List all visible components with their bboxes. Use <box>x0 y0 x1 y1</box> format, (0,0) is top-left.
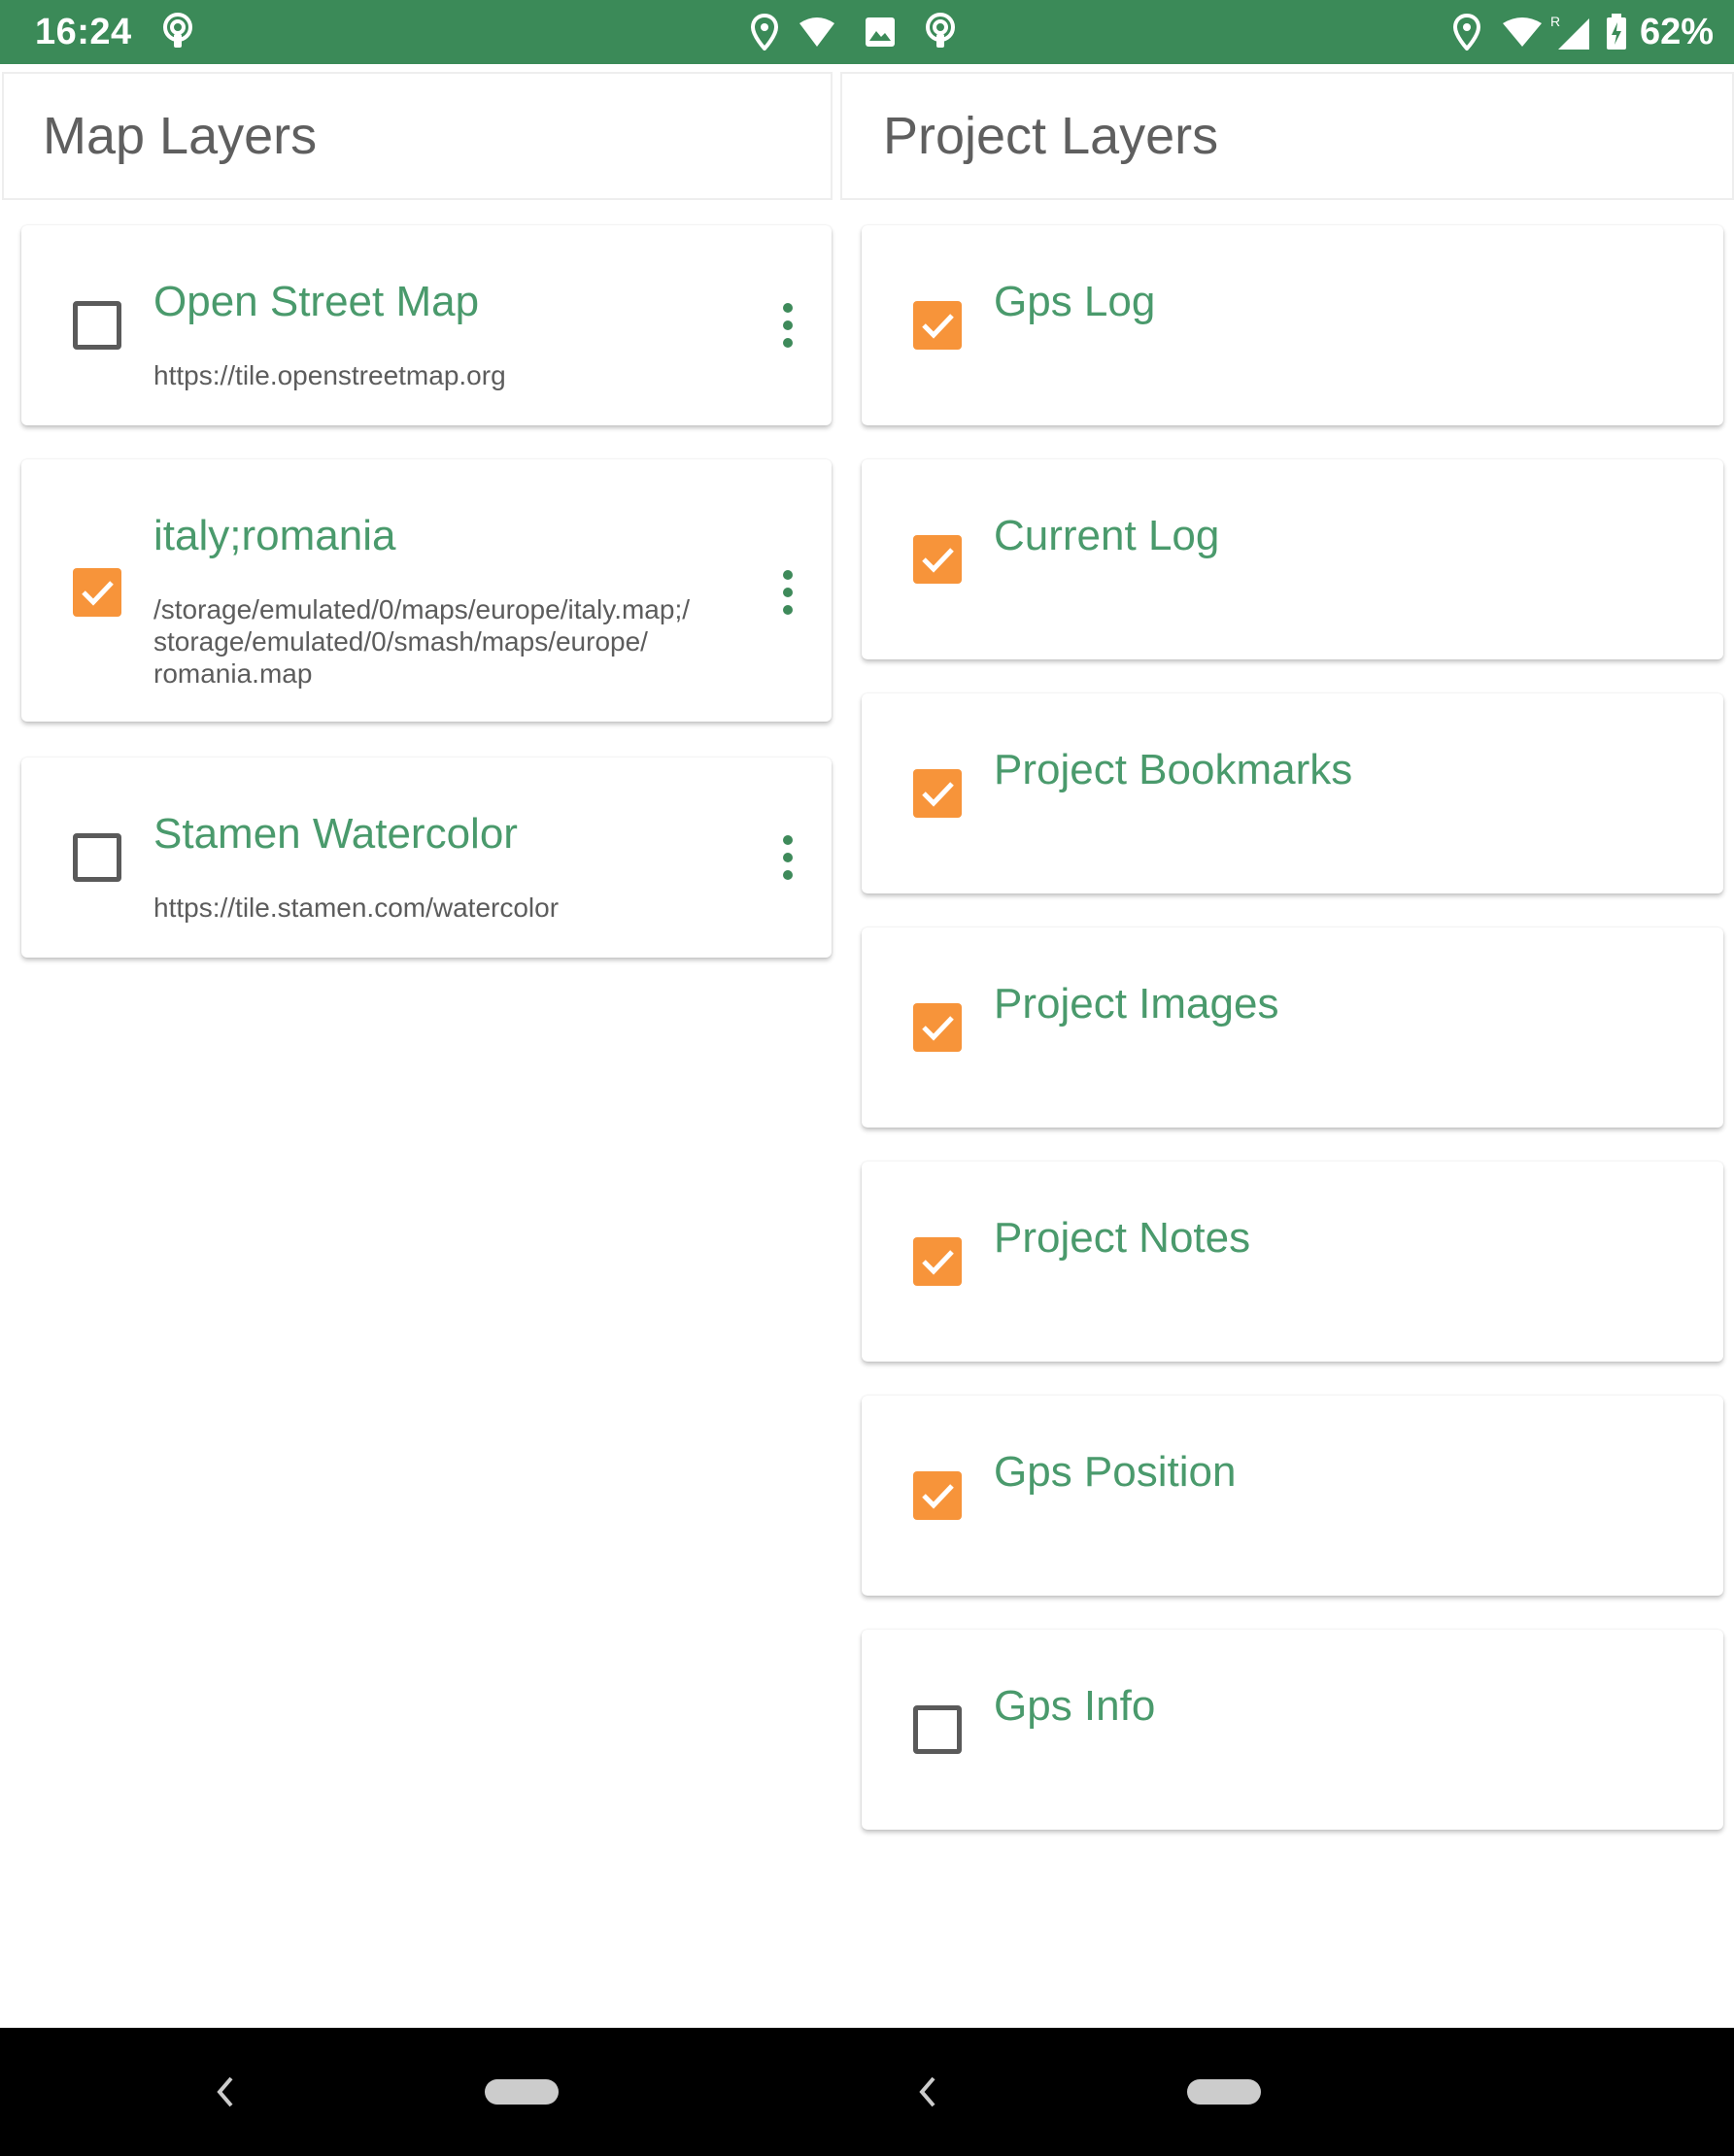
layer-checkbox[interactable] <box>913 1237 962 1286</box>
layer-checkbox[interactable] <box>73 833 121 882</box>
more-vert-icon[interactable] <box>773 568 802 626</box>
layer-name: Gps Position <box>994 1448 1237 1496</box>
navigation-bar <box>0 2028 1734 2156</box>
list-item[interactable]: Project Notes <box>862 1162 1723 1362</box>
back-icon[interactable] <box>214 2074 237 2114</box>
layer-name: Gps Log <box>994 278 1156 325</box>
list-item[interactable]: Project Images <box>862 927 1723 1128</box>
more-vert-icon[interactable] <box>773 301 802 359</box>
layer-checkbox[interactable] <box>913 1471 962 1520</box>
map-layers-header: Map Layers <box>2 72 833 200</box>
layer-path: https://tile.openstreetmap.org <box>153 360 506 390</box>
layer-checkbox[interactable] <box>913 301 962 350</box>
layer-name: Project Bookmarks <box>994 746 1353 793</box>
battery-percentage: 62% <box>1640 11 1715 52</box>
layer-checkbox[interactable] <box>913 769 962 818</box>
list-item[interactable]: Gps Position <box>862 1396 1723 1596</box>
home-button[interactable] <box>1187 2079 1261 2105</box>
list-item[interactable]: Project Bookmarks <box>862 693 1723 893</box>
layer-checkbox[interactable] <box>913 1003 962 1052</box>
layer-name: Project Images <box>994 980 1279 1027</box>
list-item[interactable]: Current Log <box>862 459 1723 659</box>
layer-checkbox[interactable] <box>73 568 121 617</box>
battery-charging-icon <box>1606 0 1627 64</box>
list-item[interactable]: Gps Log <box>862 225 1723 425</box>
clock: 16:24 <box>35 11 132 52</box>
list-item[interactable]: Open Street Map https://tile.openstreetm… <box>21 225 832 425</box>
layer-name: italy;romania <box>153 512 396 559</box>
wifi-icon <box>799 0 835 64</box>
list-item[interactable]: Stamen Watercolor https://tile.stamen.co… <box>21 758 832 958</box>
layer-checkbox[interactable] <box>73 301 121 350</box>
svg-text:R: R <box>1550 14 1560 29</box>
more-vert-icon[interactable] <box>773 833 802 892</box>
location-icon <box>1453 0 1480 64</box>
podcast-icon <box>161 0 194 64</box>
page-title: Map Layers <box>43 107 318 165</box>
layer-checkbox[interactable] <box>913 1705 962 1754</box>
layer-name: Stamen Watercolor <box>153 810 518 858</box>
roaming-signal-icon: R <box>1548 0 1591 64</box>
location-icon <box>751 0 778 64</box>
project-layers-header: Project Layers <box>840 72 1734 200</box>
layer-path: https://tile.stamen.com/watercolor <box>153 893 560 923</box>
podcast-icon <box>924 0 957 64</box>
layer-name: Open Street Map <box>153 278 480 325</box>
list-item[interactable]: Gps Info <box>862 1630 1723 1830</box>
layer-checkbox[interactable] <box>913 535 962 584</box>
layer-name: Current Log <box>994 512 1220 559</box>
status-bar: 16:24 R 62% <box>0 0 1734 64</box>
page-title: Project Layers <box>883 107 1219 165</box>
back-icon[interactable] <box>916 2074 939 2114</box>
home-button[interactable] <box>485 2079 559 2105</box>
image-icon <box>865 0 896 64</box>
layer-path: /storage/emulated/0/maps/europe/italy.ma… <box>153 594 691 689</box>
layer-name: Gps Info <box>994 1682 1156 1730</box>
wifi-icon <box>1502 0 1543 64</box>
list-item[interactable]: italy;romania /storage/emulated/0/maps/e… <box>21 459 832 722</box>
layer-name: Project Notes <box>994 1214 1251 1262</box>
